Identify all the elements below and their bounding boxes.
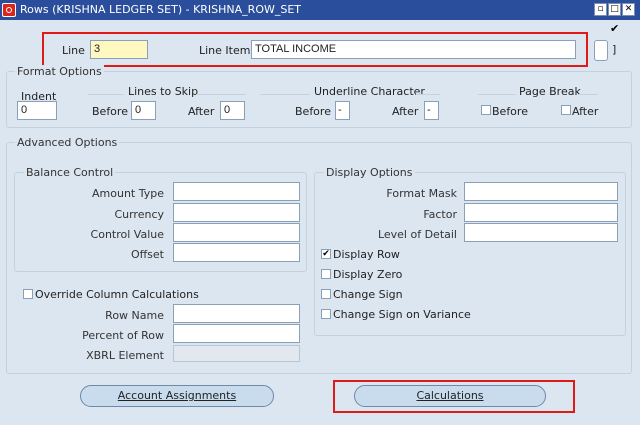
lines-to-skip-rule-left	[88, 94, 124, 95]
level-of-detail-field[interactable]	[464, 223, 618, 242]
display-options-title: Display Options	[324, 166, 415, 179]
page-break-rule-right	[578, 94, 598, 95]
format-mask-field[interactable]	[464, 182, 618, 201]
underline-rule-right	[416, 94, 440, 95]
display-zero-checkbox[interactable]	[321, 269, 331, 279]
page-break-before-label: Before	[492, 105, 528, 118]
before-label: Before	[92, 105, 128, 118]
override-column-calculations-checkbox[interactable]	[23, 289, 33, 299]
format-options-title: Format Options	[15, 65, 104, 78]
advanced-options-title: Advanced Options	[15, 136, 120, 149]
underline-character-title: Underline Character	[314, 85, 425, 98]
lines-after-field[interactable]: 0	[220, 101, 245, 120]
calculations-highlight-box	[333, 380, 575, 413]
after-label: After	[188, 105, 215, 118]
currency-label: Currency	[114, 208, 164, 221]
oracle-app-icon[interactable]	[2, 3, 16, 17]
change-sign-label: Change Sign	[333, 288, 403, 301]
amount-type-label: Amount Type	[92, 187, 164, 200]
page-break-rule-left	[478, 94, 516, 95]
maximize-icon[interactable]: □	[608, 3, 621, 16]
page-break-title: Page Break	[519, 85, 581, 98]
indent-field[interactable]: 0	[17, 101, 57, 120]
xbrl-element-field	[173, 345, 300, 362]
row-name-field[interactable]	[173, 304, 300, 323]
lines-before-field[interactable]: 0	[131, 101, 156, 120]
percent-of-row-label: Percent of Row	[82, 329, 164, 342]
change-sign-on-variance-label: Change Sign on Variance	[333, 308, 471, 321]
account-assignments-button[interactable]: Account Assignments	[80, 385, 274, 407]
change-sign-checkbox[interactable]	[321, 289, 331, 299]
change-sign-on-variance-checkbox[interactable]	[321, 309, 331, 319]
title-bar: Rows (KRISHNA LEDGER SET) - KRISHNA_ROW_…	[0, 0, 640, 20]
check-icon: ✔	[610, 22, 620, 35]
lines-to-skip-title: Lines to Skip	[128, 85, 199, 98]
xbrl-element-label: XBRL Element	[86, 349, 164, 362]
override-column-calculations-label: Override Column Calculations	[35, 288, 199, 301]
factor-field[interactable]	[464, 203, 618, 222]
minimize-icon[interactable]: ▫	[594, 3, 607, 16]
offset-label: Offset	[130, 248, 164, 261]
underline-before-label: Before	[295, 105, 331, 118]
underline-after-label: After	[392, 105, 419, 118]
currency-field[interactable]	[173, 203, 300, 222]
control-value-field[interactable]	[173, 223, 300, 242]
row-name-label: Row Name	[105, 309, 164, 322]
page-break-before-checkbox[interactable]	[481, 105, 491, 115]
display-row-label: Display Row	[333, 248, 400, 261]
page-break-after-checkbox[interactable]	[561, 105, 571, 115]
page-break-after-label: After	[572, 105, 599, 118]
offset-field[interactable]	[173, 243, 300, 262]
account-assignments-label: Account Assignments	[117, 389, 237, 402]
lines-to-skip-rule-right	[196, 94, 246, 95]
factor-label: Factor	[423, 208, 457, 221]
flexfield-bracket: ]	[612, 43, 617, 56]
format-options-group	[6, 71, 632, 128]
underline-rule-left	[260, 94, 310, 95]
close-icon[interactable]: ✕	[622, 3, 635, 16]
descriptive-flexfield[interactable]	[594, 40, 608, 61]
underline-before-field[interactable]: -	[335, 101, 350, 120]
window-title: Rows (KRISHNA LEDGER SET) - KRISHNA_ROW_…	[20, 3, 302, 16]
line-highlight-box	[42, 32, 588, 67]
display-row-checkbox[interactable]: ✔	[321, 249, 331, 259]
percent-of-row-field[interactable]	[173, 324, 300, 343]
level-of-detail-label: Level of Detail	[377, 228, 457, 241]
format-mask-label: Format Mask	[386, 187, 457, 200]
display-zero-label: Display Zero	[333, 268, 403, 281]
control-value-label: Control Value	[90, 228, 164, 241]
amount-type-field[interactable]	[173, 182, 300, 201]
balance-control-title: Balance Control	[24, 166, 116, 179]
underline-after-field[interactable]: -	[424, 101, 439, 120]
